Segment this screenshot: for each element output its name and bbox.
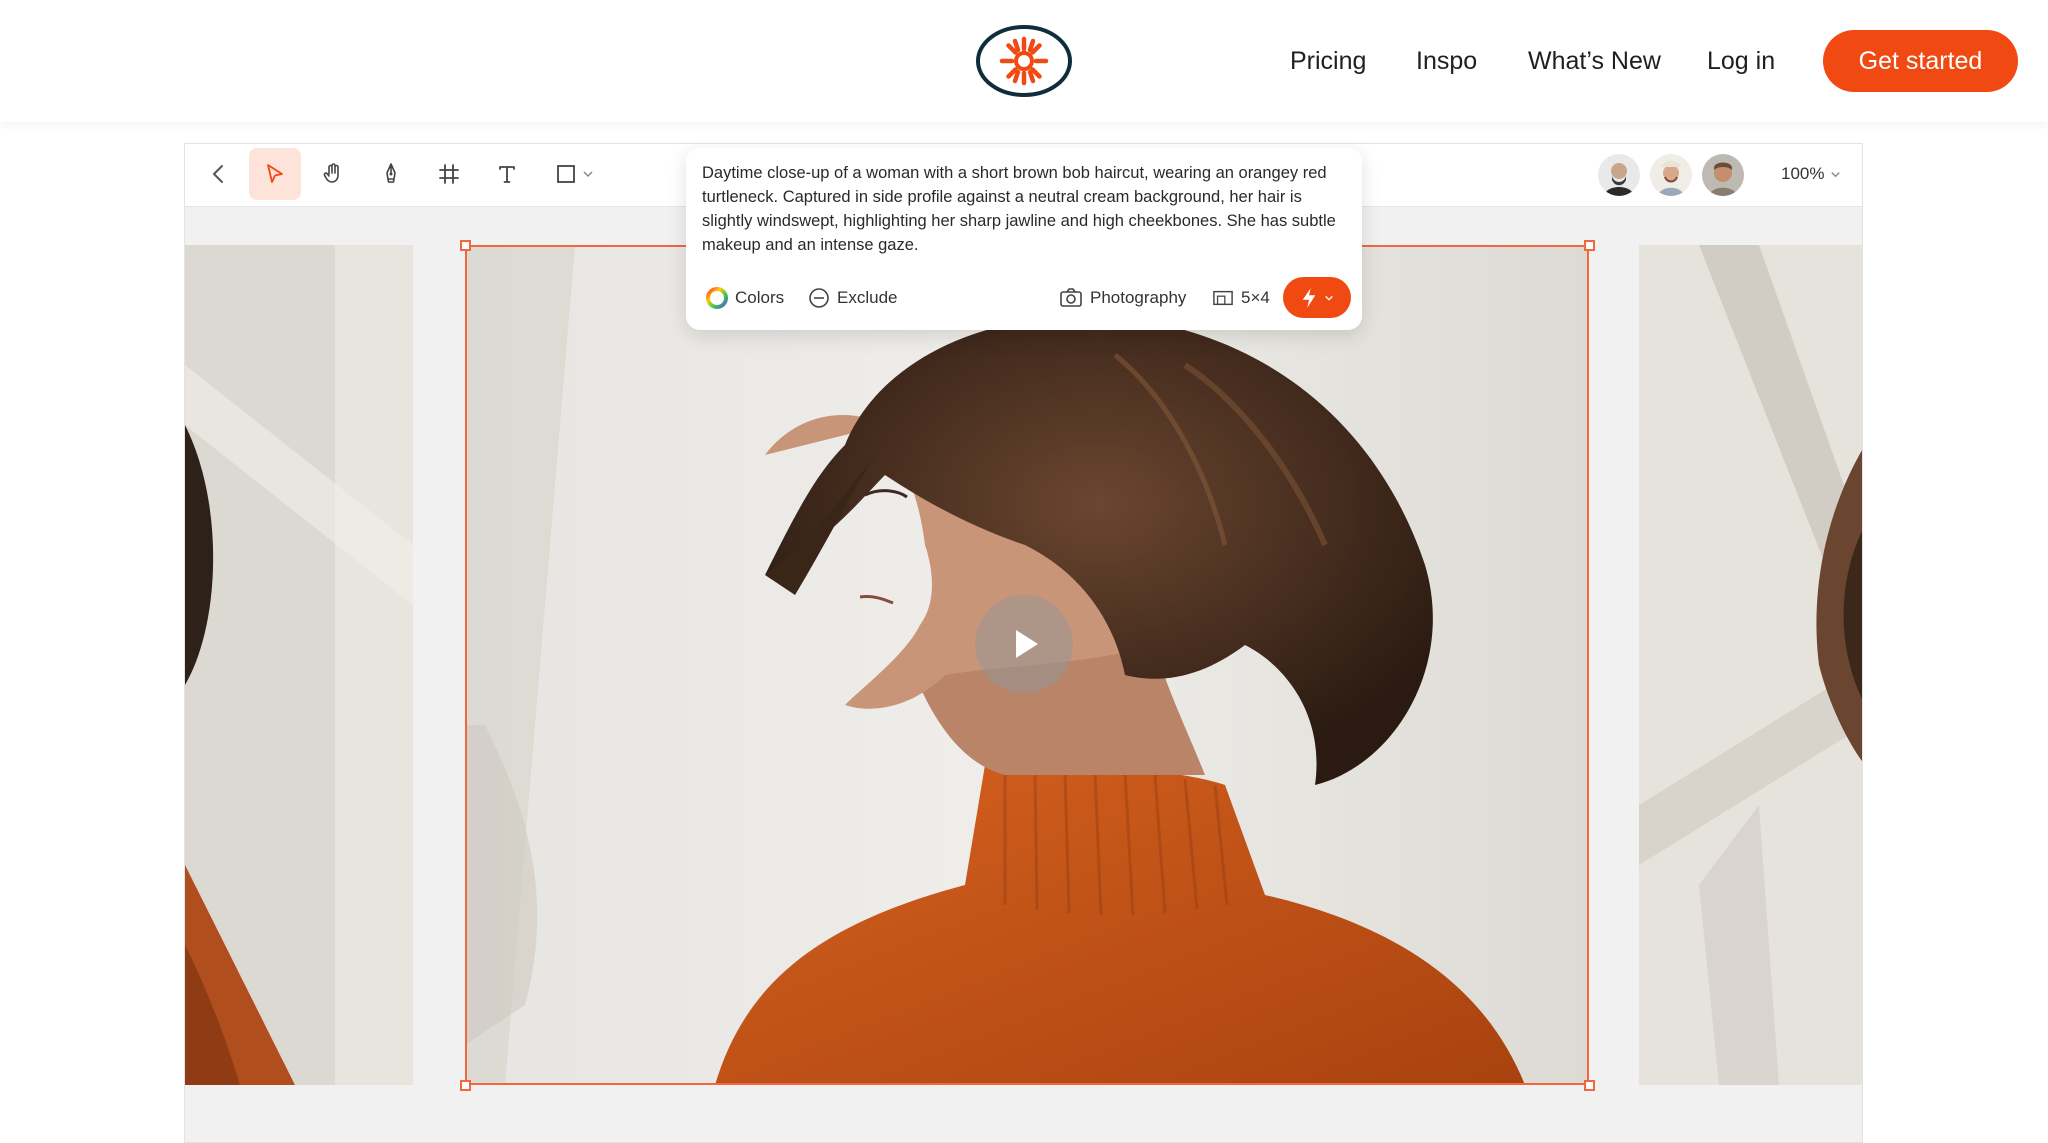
zoom-level: 100% — [1781, 164, 1825, 183]
chevron-down-icon — [583, 171, 593, 178]
aspect-ratio-icon — [1213, 290, 1233, 306]
ratio-label: 5×4 — [1241, 288, 1270, 307]
chevron-down-icon — [1831, 171, 1841, 177]
play-button[interactable] — [975, 595, 1073, 693]
pen-icon[interactable] — [365, 148, 417, 200]
nav-inspo-link[interactable]: Inspo — [1416, 45, 1477, 77]
hand-icon[interactable] — [307, 148, 359, 200]
canvas-image-right[interactable] — [1639, 245, 1862, 1085]
chevron-down-icon — [1325, 295, 1333, 301]
top-navigation: Pricing Inspo What’s New Log in Get star… — [0, 0, 2048, 122]
frame-grid-icon[interactable] — [423, 148, 475, 200]
nav-login-link[interactable]: Log in — [1707, 45, 1775, 77]
resize-handle-top-left[interactable] — [460, 240, 471, 251]
style-label: Photography — [1090, 288, 1187, 307]
style-photography-button[interactable]: Photography — [1059, 285, 1186, 311]
avatar[interactable] — [1650, 154, 1692, 196]
shape-square-icon[interactable] — [539, 148, 609, 200]
exclude-icon — [809, 288, 829, 308]
resize-handle-top-right[interactable] — [1584, 240, 1595, 251]
generate-button[interactable] — [1283, 277, 1351, 318]
nav-pricing-link[interactable]: Pricing — [1290, 45, 1366, 77]
get-started-button[interactable]: Get started — [1823, 30, 2018, 92]
back-chevron-icon[interactable] — [193, 148, 245, 200]
color-wheel-icon — [706, 287, 728, 309]
brand-logo[interactable] — [975, 24, 1073, 98]
prompt-card: Daytime close-up of a woman with a short… — [686, 148, 1362, 330]
zoom-control[interactable]: 100% — [1781, 164, 1841, 184]
colors-button[interactable]: Colors — [706, 285, 784, 311]
colors-label: Colors — [735, 288, 785, 307]
select-arrow-icon[interactable] — [249, 148, 301, 200]
resize-handle-bottom-right[interactable] — [1584, 1080, 1595, 1091]
avatar[interactable] — [1702, 154, 1744, 196]
prompt-text[interactable]: Daytime close-up of a woman with a short… — [702, 161, 1342, 257]
nav-whats-new-link[interactable]: What’s New — [1528, 45, 1661, 77]
resize-handle-bottom-left[interactable] — [460, 1080, 471, 1091]
camera-icon — [1060, 288, 1082, 307]
canvas-image-left[interactable] — [185, 245, 413, 1085]
text-icon[interactable] — [481, 148, 533, 200]
exclude-button[interactable]: Exclude — [808, 285, 897, 311]
avatar[interactable] — [1598, 154, 1640, 196]
aspect-ratio-button[interactable]: 5×4 — [1212, 285, 1270, 311]
play-icon — [1016, 630, 1038, 658]
lightning-icon — [1302, 287, 1316, 308]
exclude-label: Exclude — [837, 288, 898, 307]
